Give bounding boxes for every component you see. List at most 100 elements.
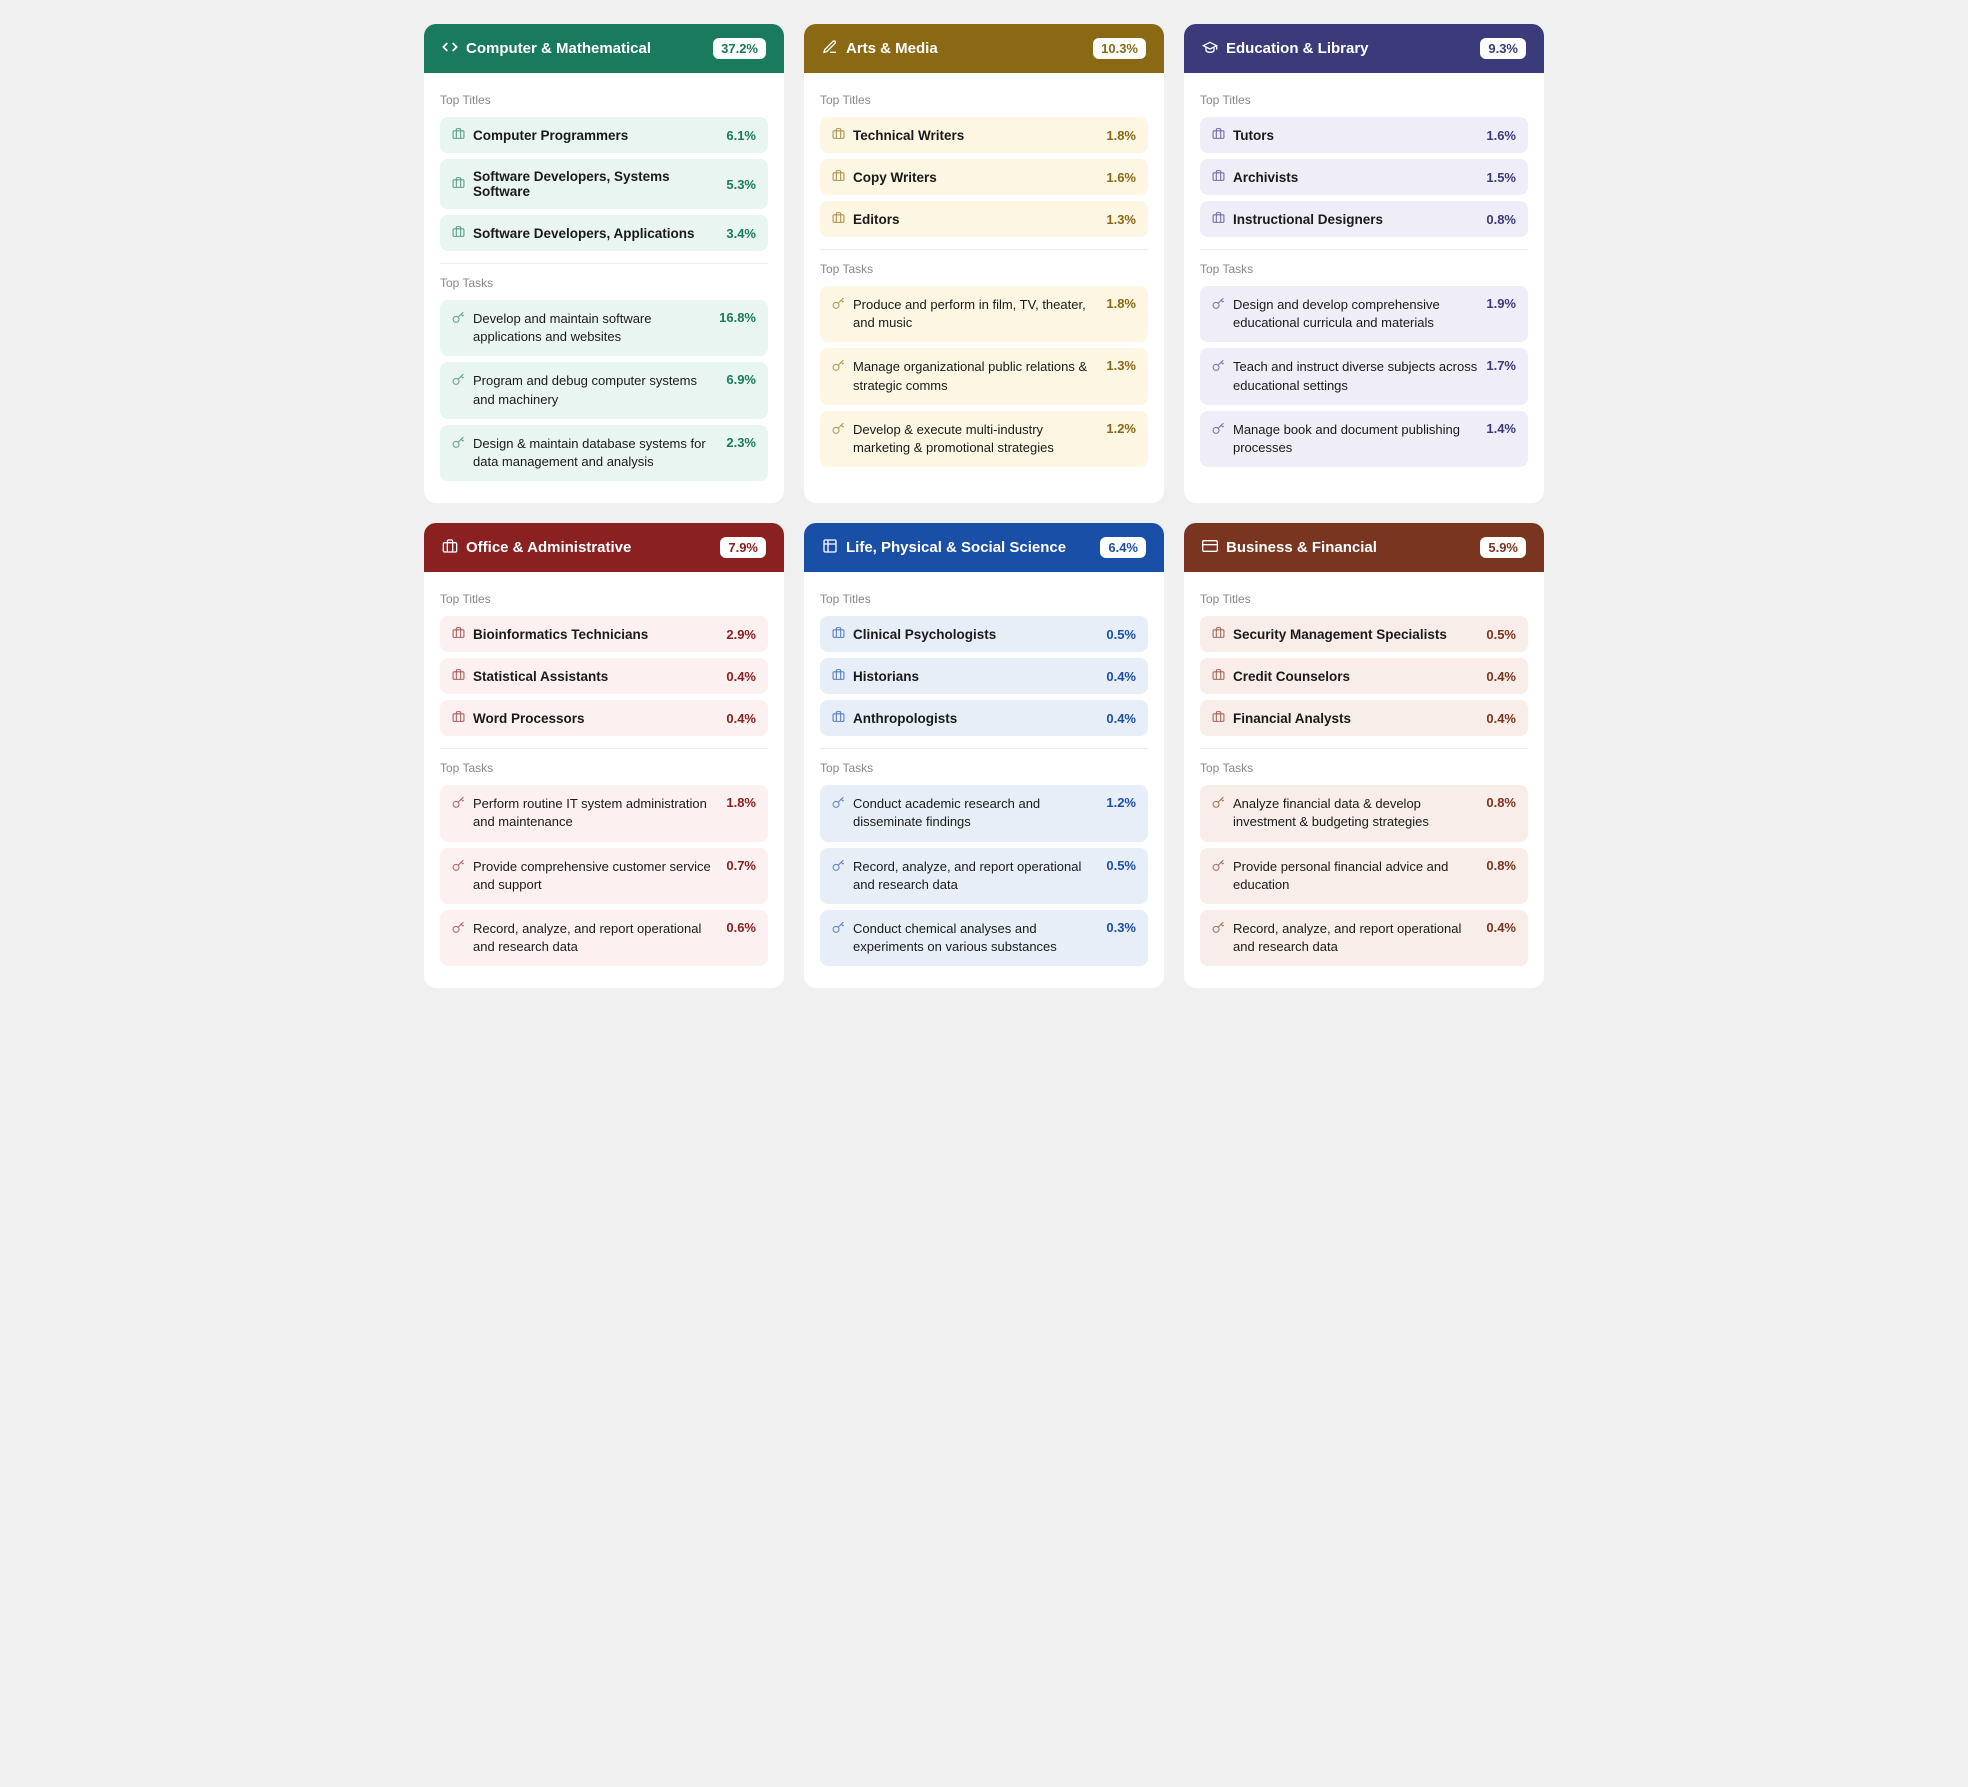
task-pct: 0.3%	[1106, 920, 1136, 935]
title-row: Editors 1.3%	[820, 201, 1148, 237]
percentage-badge: 37.2%	[713, 38, 766, 59]
title-row: Statistical Assistants 0.4%	[440, 658, 768, 694]
task-row: Design and develop comprehensive educati…	[1200, 286, 1528, 342]
title-left: Historians	[832, 668, 919, 684]
task-text: Manage organizational public relations &…	[853, 358, 1098, 394]
briefcase-icon	[832, 211, 845, 227]
task-row: Develop & execute multi-industry marketi…	[820, 411, 1148, 467]
title-name: Historians	[853, 669, 919, 684]
card-business-financial: Business & Financial 5.9% Top Titles Sec…	[1184, 523, 1544, 988]
title-left: Statistical Assistants	[452, 668, 608, 684]
category-icon	[1202, 39, 1218, 59]
title-row: Financial Analysts 0.4%	[1200, 700, 1528, 736]
briefcase-icon	[832, 169, 845, 185]
card-header-left: Business & Financial	[1202, 538, 1377, 558]
card-office-administrative: Office & Administrative 7.9% Top Titles …	[424, 523, 784, 988]
card-title: Business & Financial	[1226, 539, 1377, 556]
top-tasks-label: Top Tasks	[440, 276, 768, 290]
task-row: Manage book and document publishing proc…	[1200, 411, 1528, 467]
card-computer-mathematical: Computer & Mathematical 37.2% Top Titles…	[424, 24, 784, 503]
title-name: Bioinformatics Technicians	[473, 627, 648, 642]
title-name: Archivists	[1233, 170, 1298, 185]
task-pct: 0.5%	[1106, 858, 1136, 873]
title-row: Anthropologists 0.4%	[820, 700, 1148, 736]
task-pct: 0.6%	[726, 920, 756, 935]
title-left: Financial Analysts	[1212, 710, 1351, 726]
card-education-library: Education & Library 9.3% Top Titles Tuto…	[1184, 24, 1544, 503]
title-left: Computer Programmers	[452, 127, 628, 143]
task-pct: 0.7%	[726, 858, 756, 873]
briefcase-icon	[832, 626, 845, 642]
task-pct: 0.4%	[1486, 920, 1516, 935]
task-pct: 1.4%	[1486, 421, 1516, 436]
title-name: Editors	[853, 212, 900, 227]
title-name: Technical Writers	[853, 128, 964, 143]
category-icon	[822, 538, 838, 558]
task-pct: 1.8%	[1106, 296, 1136, 311]
percentage-badge: 9.3%	[1480, 38, 1526, 59]
key-icon	[832, 359, 845, 375]
title-row: Tutors 1.6%	[1200, 117, 1528, 153]
task-pct: 1.2%	[1106, 795, 1136, 810]
briefcase-icon	[452, 626, 465, 642]
task-left: Manage book and document publishing proc…	[1212, 421, 1478, 457]
key-icon	[452, 921, 465, 937]
title-left: Bioinformatics Technicians	[452, 626, 648, 642]
title-left: Editors	[832, 211, 900, 227]
key-icon	[1212, 422, 1225, 438]
category-icon	[442, 39, 458, 59]
top-tasks-label: Top Tasks	[820, 761, 1148, 775]
title-name: Financial Analysts	[1233, 711, 1351, 726]
briefcase-icon	[1212, 668, 1225, 684]
key-icon	[452, 436, 465, 452]
title-row: Bioinformatics Technicians 2.9%	[440, 616, 768, 652]
title-name: Clinical Psychologists	[853, 627, 996, 642]
title-row: Computer Programmers 6.1%	[440, 117, 768, 153]
task-text: Perform routine IT system administration…	[473, 795, 718, 831]
card-header-left: Office & Administrative	[442, 538, 631, 558]
card-header: Computer & Mathematical 37.2%	[424, 24, 784, 73]
task-text: Program and debug computer systems and m…	[473, 372, 718, 408]
category-icon	[1202, 538, 1218, 558]
top-titles-label: Top Titles	[440, 592, 768, 606]
task-row: Manage organizational public relations &…	[820, 348, 1148, 404]
title-name: Anthropologists	[853, 711, 957, 726]
task-row: Program and debug computer systems and m…	[440, 362, 768, 418]
title-name: Computer Programmers	[473, 128, 628, 143]
briefcase-icon	[1212, 127, 1225, 143]
title-pct: 0.4%	[726, 711, 756, 726]
title-pct: 0.4%	[1486, 669, 1516, 684]
title-pct: 0.4%	[726, 669, 756, 684]
title-row: Technical Writers 1.8%	[820, 117, 1148, 153]
card-title: Arts & Media	[846, 40, 938, 57]
title-row: Historians 0.4%	[820, 658, 1148, 694]
briefcase-icon	[1212, 211, 1225, 227]
task-row: Record, analyze, and report operational …	[1200, 910, 1528, 966]
title-pct: 1.8%	[1106, 128, 1136, 143]
key-icon	[832, 796, 845, 812]
title-row: Copy Writers 1.6%	[820, 159, 1148, 195]
title-pct: 0.4%	[1106, 711, 1136, 726]
top-tasks-label: Top Tasks	[1200, 761, 1528, 775]
card-header-left: Arts & Media	[822, 39, 938, 59]
key-icon	[452, 311, 465, 327]
top-titles-label: Top Titles	[440, 93, 768, 107]
card-header: Business & Financial 5.9%	[1184, 523, 1544, 572]
card-header: Education & Library 9.3%	[1184, 24, 1544, 73]
divider	[820, 249, 1148, 250]
task-row: Provide comprehensive customer service a…	[440, 848, 768, 904]
top-titles-label: Top Titles	[820, 93, 1148, 107]
title-pct: 1.6%	[1486, 128, 1516, 143]
top-titles-label: Top Titles	[1200, 592, 1528, 606]
task-left: Design and develop comprehensive educati…	[1212, 296, 1478, 332]
title-name: Instructional Designers	[1233, 212, 1383, 227]
title-row: Word Processors 0.4%	[440, 700, 768, 736]
briefcase-icon	[452, 225, 465, 241]
card-life-physical-social: Life, Physical & Social Science 6.4% Top…	[804, 523, 1164, 988]
task-left: Record, analyze, and report operational …	[832, 858, 1098, 894]
title-pct: 0.5%	[1486, 627, 1516, 642]
title-left: Word Processors	[452, 710, 585, 726]
task-pct: 2.3%	[726, 435, 756, 450]
title-pct: 0.4%	[1106, 669, 1136, 684]
task-left: Record, analyze, and report operational …	[452, 920, 718, 956]
